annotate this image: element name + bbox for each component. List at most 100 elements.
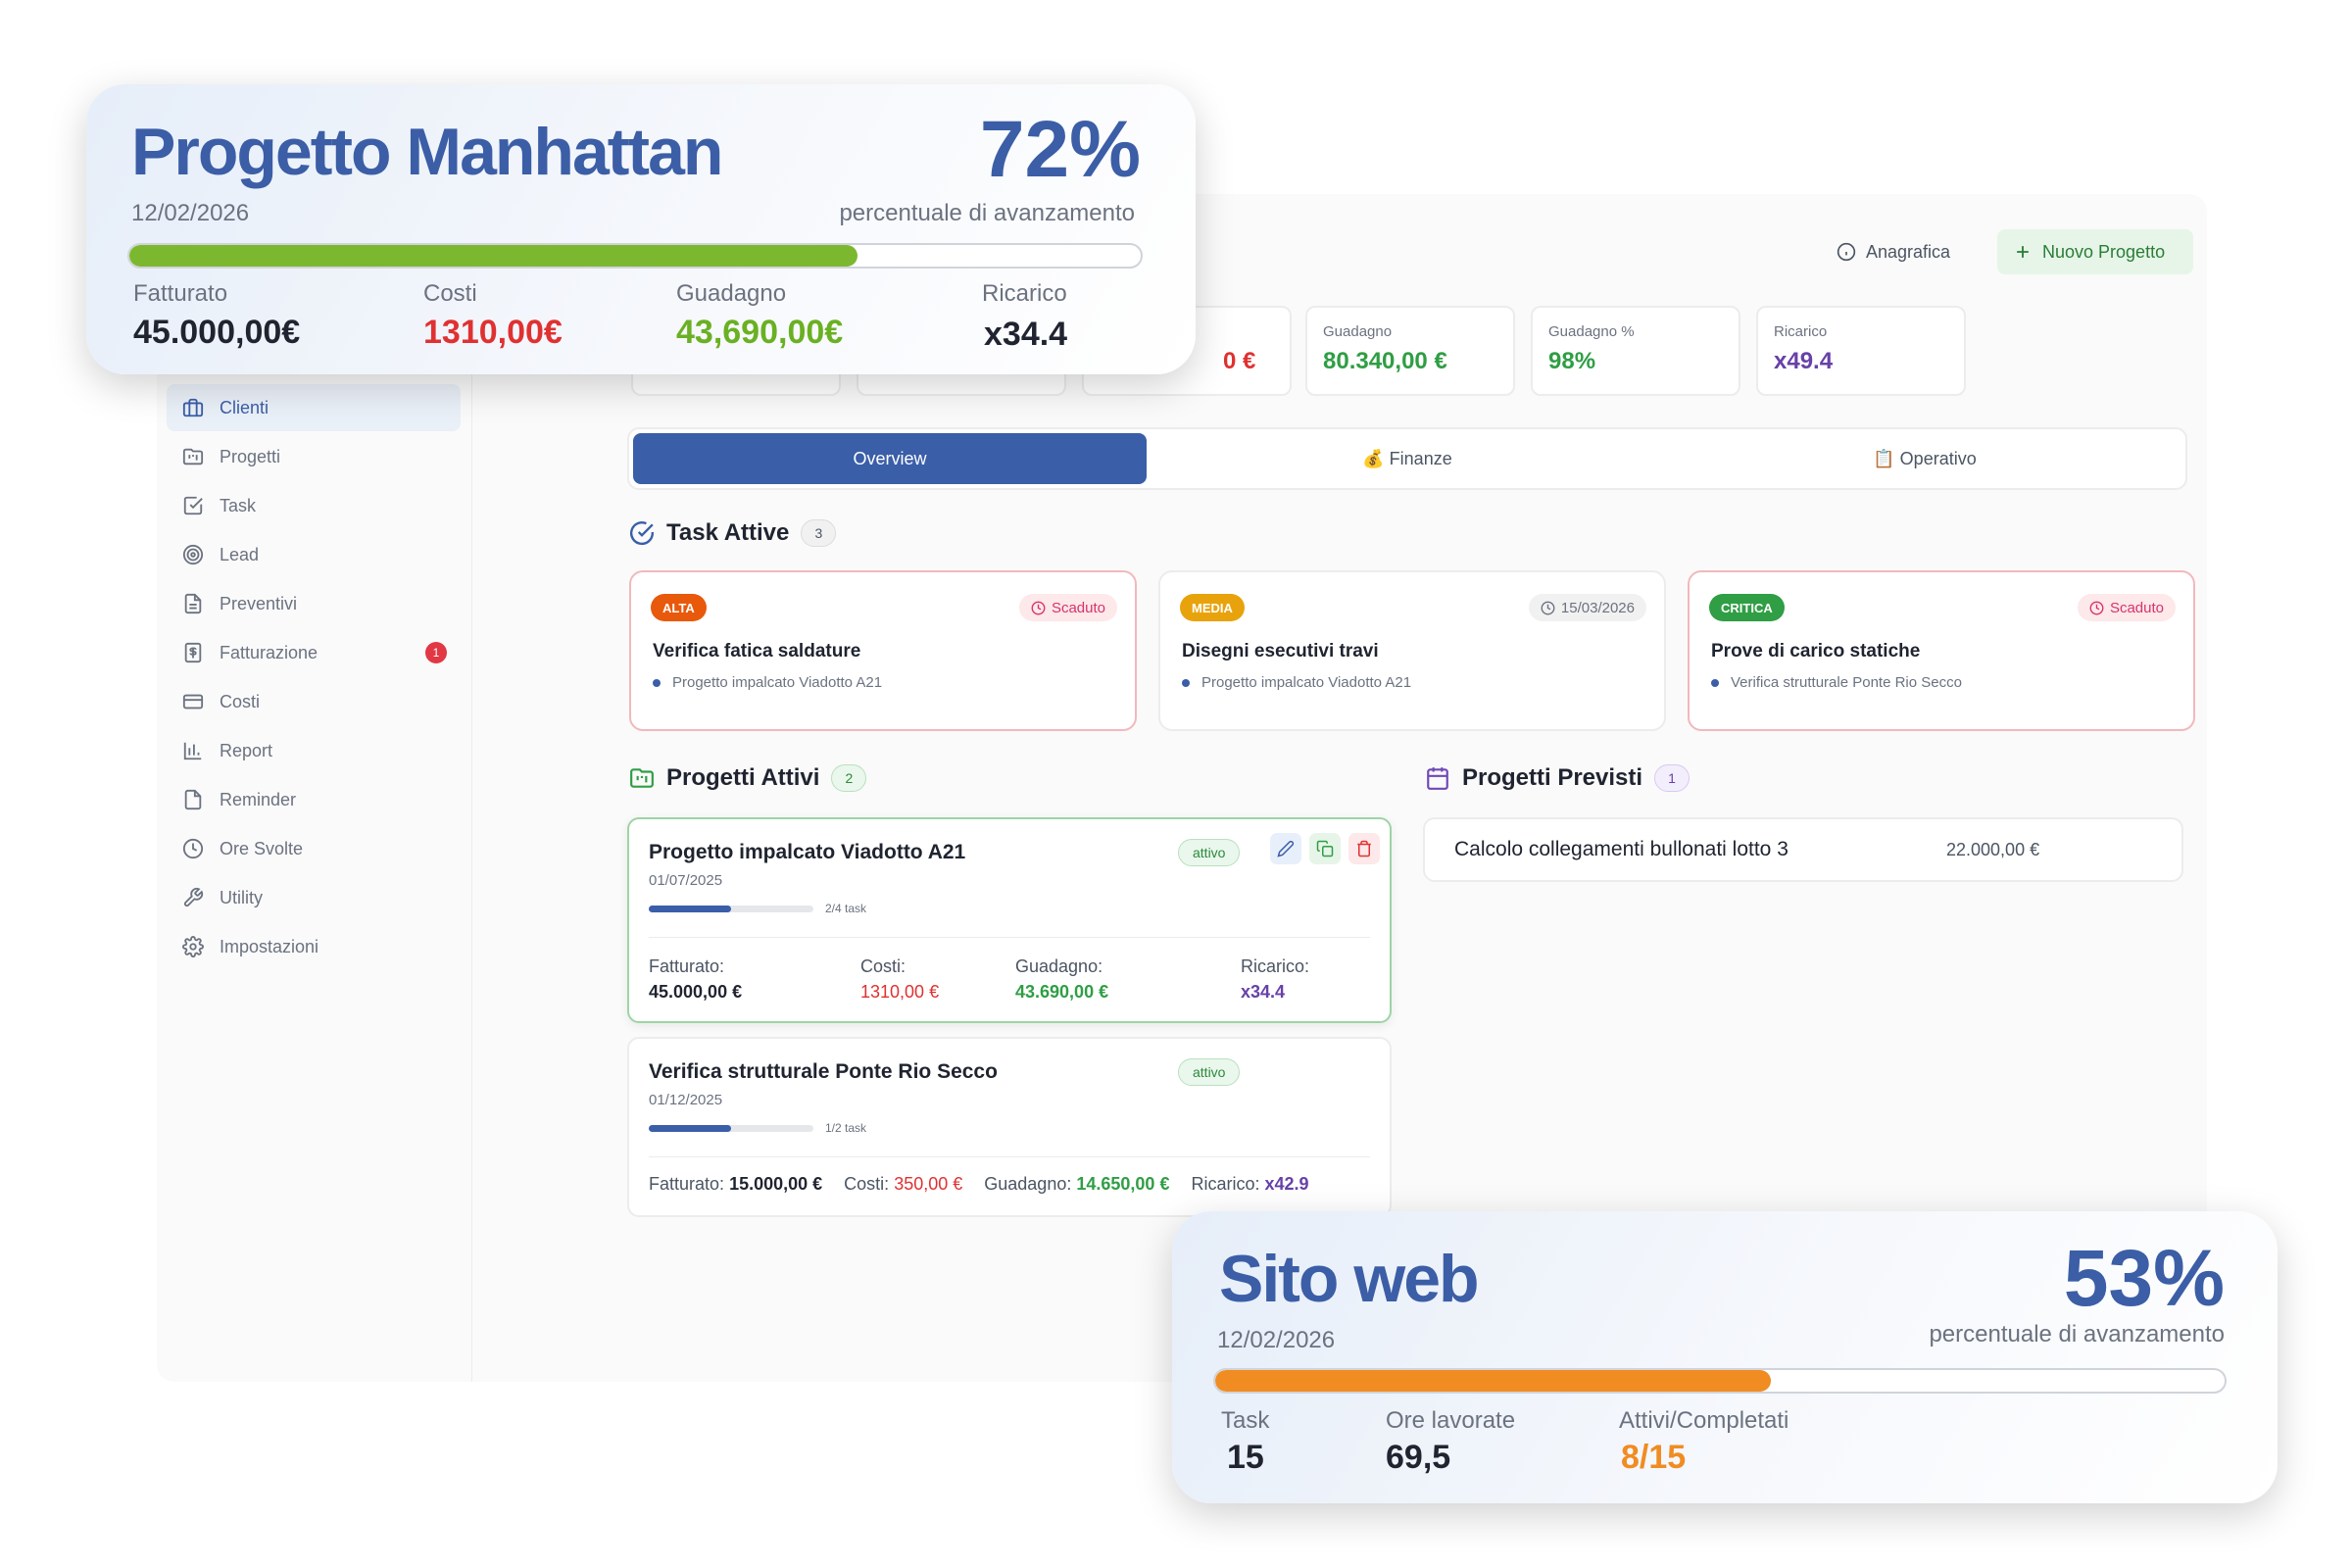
project-task-count: 2/4 task — [825, 902, 867, 915]
delete-button[interactable] — [1348, 833, 1380, 864]
info-icon — [1837, 242, 1856, 262]
sidebar-item-label: Ore Svolte — [220, 838, 304, 858]
trash-icon — [1357, 840, 1371, 858]
sidebar-item-report[interactable]: Report — [167, 727, 461, 774]
sidebar-item-label: Reminder — [220, 789, 297, 809]
due-badge: 15/03/2026 — [1528, 594, 1646, 621]
priority-badge: MEDIA — [1180, 594, 1245, 621]
plus-icon — [2017, 246, 2029, 258]
project-title: Sito web — [1219, 1242, 1480, 1316]
task-card[interactable]: MEDIA 15/03/2026 Disegni esecutivi travi… — [1158, 570, 1666, 731]
task-project: Progetto impalcato Viadotto A21 — [1182, 674, 1411, 691]
clock-icon — [2089, 601, 2104, 614]
sito-web-summary-card: Sito web 12/02/2026 53% percentuale di a… — [1172, 1211, 2278, 1503]
attivi-completati-label: Attivi/Completati — [1619, 1407, 1789, 1434]
sidebar-item-label: Lead — [220, 544, 260, 564]
folder-kanban-icon — [182, 448, 204, 466]
sidebar-item-utility[interactable]: Utility — [167, 874, 461, 921]
new-project-button[interactable]: Nuovo Progetto — [1997, 229, 2193, 274]
sidebar-item-clienti[interactable]: Clienti — [167, 384, 461, 431]
sidebar-item-progetti[interactable]: Progetti — [167, 433, 461, 480]
task-project: Progetto impalcato Viadotto A21 — [653, 674, 882, 691]
tab-operativo[interactable]: 📋 Operativo — [1668, 433, 2181, 484]
guadagno-label: Guadagno — [676, 280, 787, 307]
task-title: Disegni esecutivi travi — [1182, 641, 1379, 662]
guadagno-value: 43,690,00€ — [676, 314, 844, 351]
project-card[interactable]: Verifica strutturale Ponte Rio Secco 01/… — [627, 1037, 1392, 1217]
progress-fill — [649, 906, 731, 912]
checkbox-icon — [183, 496, 203, 515]
anagrafica-button[interactable]: Anagrafica — [1837, 229, 1982, 274]
status-badge: attivo — [1178, 839, 1241, 866]
sidebar-item-impostazioni[interactable]: Impostazioni — [167, 923, 461, 970]
sidebar-item-reminder[interactable]: Reminder — [167, 776, 461, 823]
folder-kanban-icon — [630, 768, 654, 788]
clock-icon — [1541, 601, 1555, 614]
sidebar-item-label: Utility — [220, 887, 263, 907]
fatturato-label: Fatturato: — [649, 956, 725, 976]
progress-fill — [1215, 1370, 1771, 1392]
project-title: Verifica strutturale Ponte Rio Secco — [649, 1060, 998, 1083]
task-project-label: Progetto impalcato Viadotto A21 — [672, 674, 883, 691]
section-progetti-attivi: Progetti Attivi 2 — [629, 764, 867, 792]
manhattan-summary-card: Progetto Manhattan 12/02/2026 72% percen… — [86, 84, 1196, 374]
fatturato-label: Fatturato: — [649, 1174, 725, 1194]
bullet-dot — [1182, 678, 1190, 687]
planned-project-amount: 22.000,00 € — [1946, 840, 2040, 859]
ricarico-label: Ricarico: — [1191, 1174, 1260, 1194]
costi-label: Costi — [423, 280, 477, 307]
project-card[interactable]: Progetto impalcato Viadotto A21 01/07/20… — [627, 817, 1392, 1023]
progress-fill — [649, 1125, 731, 1132]
notification-badge: 1 — [425, 642, 447, 663]
tab-finanze[interactable]: 💰 Finanze — [1151, 433, 1664, 484]
planned-project-card[interactable]: Calcolo collegamenti bullonati lotto 3 2… — [1423, 817, 2183, 882]
status-badge: attivo — [1178, 1058, 1241, 1086]
task-title: Verifica fatica saldature — [653, 641, 861, 662]
due-label: Scaduto — [2109, 599, 2164, 616]
sidebar-item-preventivi[interactable]: Preventivi — [167, 580, 461, 627]
credit-card-icon — [182, 694, 204, 710]
bar-chart-icon — [183, 742, 202, 760]
stat-card-ricarico: Ricarico x49.4 — [1756, 306, 1966, 396]
sidebar-item-ore-svolte[interactable]: Ore Svolte — [167, 825, 461, 872]
due-label: Scaduto — [1051, 599, 1105, 616]
count-badge: 3 — [801, 519, 837, 547]
section-task-attive: Task Attive 3 — [629, 519, 837, 547]
project-progress-bar — [649, 1125, 813, 1132]
clock-icon — [182, 838, 204, 859]
guadagno-value: 14.650,00 € — [1076, 1174, 1170, 1194]
sidebar-item-fatturazione[interactable]: Fatturazione 1 — [167, 629, 461, 676]
duplicate-button[interactable] — [1309, 833, 1341, 864]
sidebar-item-task[interactable]: Task — [167, 482, 461, 529]
progress-bar — [127, 243, 1143, 269]
progress-percent: 53% — [2063, 1234, 2225, 1323]
task-card[interactable]: CRITICA Scaduto Prove di carico statiche… — [1688, 570, 2195, 731]
edit-button[interactable] — [1270, 833, 1301, 864]
project-title: Progetto Manhattan — [131, 115, 723, 189]
stat-label: Guadagno % — [1548, 323, 1635, 340]
attivi-completati-value: 8/15 — [1621, 1439, 1687, 1476]
progress-fill — [129, 245, 858, 267]
tab-overview[interactable]: Overview — [633, 433, 1147, 484]
pencil-icon — [1277, 840, 1295, 858]
note-icon — [184, 789, 202, 810]
fatturato-value: 45.000,00€ — [133, 314, 301, 351]
target-icon — [182, 544, 204, 565]
invoice-icon — [184, 642, 202, 663]
stat-label: Guadagno — [1323, 323, 1393, 340]
task-card[interactable]: ALTA Scaduto Verifica fatica saldature P… — [629, 570, 1137, 731]
section-title: Progetti Previsti — [1462, 764, 1643, 791]
sidebar-item-lead[interactable]: Lead — [167, 531, 461, 578]
guadagno-value: 43.690,00 € — [1015, 982, 1109, 1002]
sidebar-item-label: Preventivi — [220, 593, 298, 613]
sidebar-item-label: Costi — [220, 691, 261, 711]
costi-label: Costi: — [844, 1174, 890, 1194]
section-progetti-previsti: Progetti Previsti 1 — [1425, 764, 1690, 792]
ore-lavorate-label: Ore lavorate — [1386, 1407, 1516, 1434]
progress-bar — [1213, 1368, 2227, 1394]
project-date: 12/02/2026 — [131, 200, 250, 226]
tab-bar: Overview 💰 Finanze 📋 Operativo — [627, 427, 2187, 490]
project-task-count: 1/2 task — [825, 1121, 867, 1135]
sidebar-item-costi[interactable]: Costi — [167, 678, 461, 725]
task-title: Prove di carico statiche — [1711, 641, 1921, 662]
